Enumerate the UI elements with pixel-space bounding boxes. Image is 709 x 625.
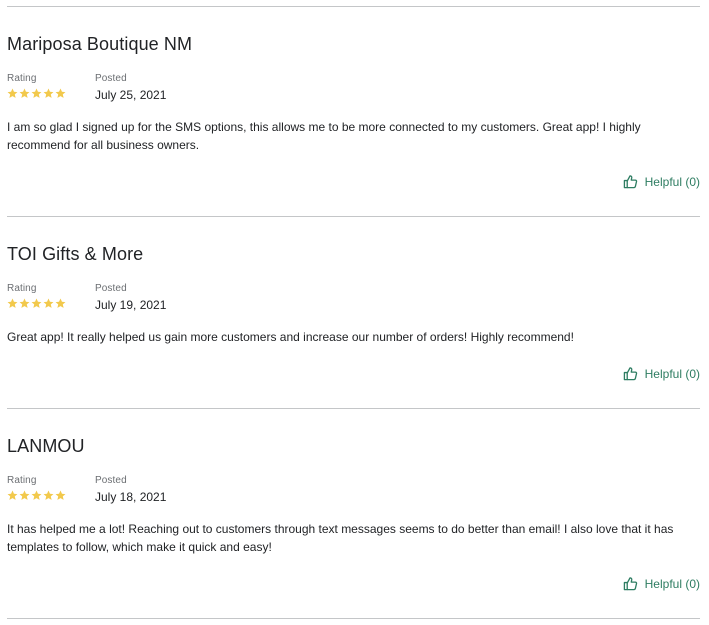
reviews-list: Mariposa Boutique NM Rating Posted July … <box>7 0 700 619</box>
helpful-label: Helpful (0) <box>644 366 700 381</box>
thumbs-up-icon <box>623 577 637 591</box>
star-icon <box>7 298 18 308</box>
star-icon <box>55 88 66 98</box>
review-body: It has helped me a lot! Reaching out to … <box>7 522 674 554</box>
posted-label: Posted <box>95 73 127 84</box>
star-icon <box>55 490 66 500</box>
review-card: Mariposa Boutique NM Rating Posted July … <box>7 7 700 216</box>
rating-label: Rating <box>7 283 37 294</box>
star-icon <box>31 88 42 98</box>
star-icon <box>55 298 66 308</box>
star-icon <box>43 490 54 500</box>
star-icon <box>19 88 30 98</box>
star-rating <box>7 298 66 309</box>
thumbs-up-icon <box>623 175 637 189</box>
star-rating <box>7 88 66 99</box>
review-title: Mariposa Boutique NM <box>7 34 193 54</box>
posted-date: July 19, 2021 <box>95 298 167 312</box>
star-icon <box>43 88 54 98</box>
star-icon <box>31 298 42 308</box>
star-icon <box>43 298 54 308</box>
helpful-label: Helpful (0) <box>644 174 700 189</box>
helpful-button[interactable]: Helpful (0) <box>623 174 700 189</box>
star-icon <box>31 490 42 500</box>
posted-date: July 18, 2021 <box>95 490 167 504</box>
posted-date: July 25, 2021 <box>95 88 167 102</box>
star-icon <box>7 88 18 98</box>
star-rating <box>7 490 66 501</box>
review-body: I am so glad I signed up for the SMS opt… <box>7 120 641 152</box>
star-icon <box>19 490 30 500</box>
rating-label: Rating <box>7 475 37 486</box>
star-icon <box>19 298 30 308</box>
helpful-button[interactable]: Helpful (0) <box>623 366 700 381</box>
star-icon <box>7 490 18 500</box>
review-card: TOI Gifts & More Rating Posted July 19, … <box>7 217 700 408</box>
review-title: LANMOU <box>7 436 85 456</box>
rating-label: Rating <box>7 73 37 84</box>
thumbs-up-icon <box>623 367 637 381</box>
posted-label: Posted <box>95 475 127 486</box>
review-body: Great app! It really helped us gain more… <box>7 330 574 344</box>
divider <box>7 618 700 619</box>
helpful-button[interactable]: Helpful (0) <box>623 576 700 591</box>
review-title: TOI Gifts & More <box>7 244 144 264</box>
helpful-label: Helpful (0) <box>644 576 700 591</box>
review-card: LANMOU Rating Posted July 18, 2021 It ha… <box>7 409 700 618</box>
posted-label: Posted <box>95 283 127 294</box>
